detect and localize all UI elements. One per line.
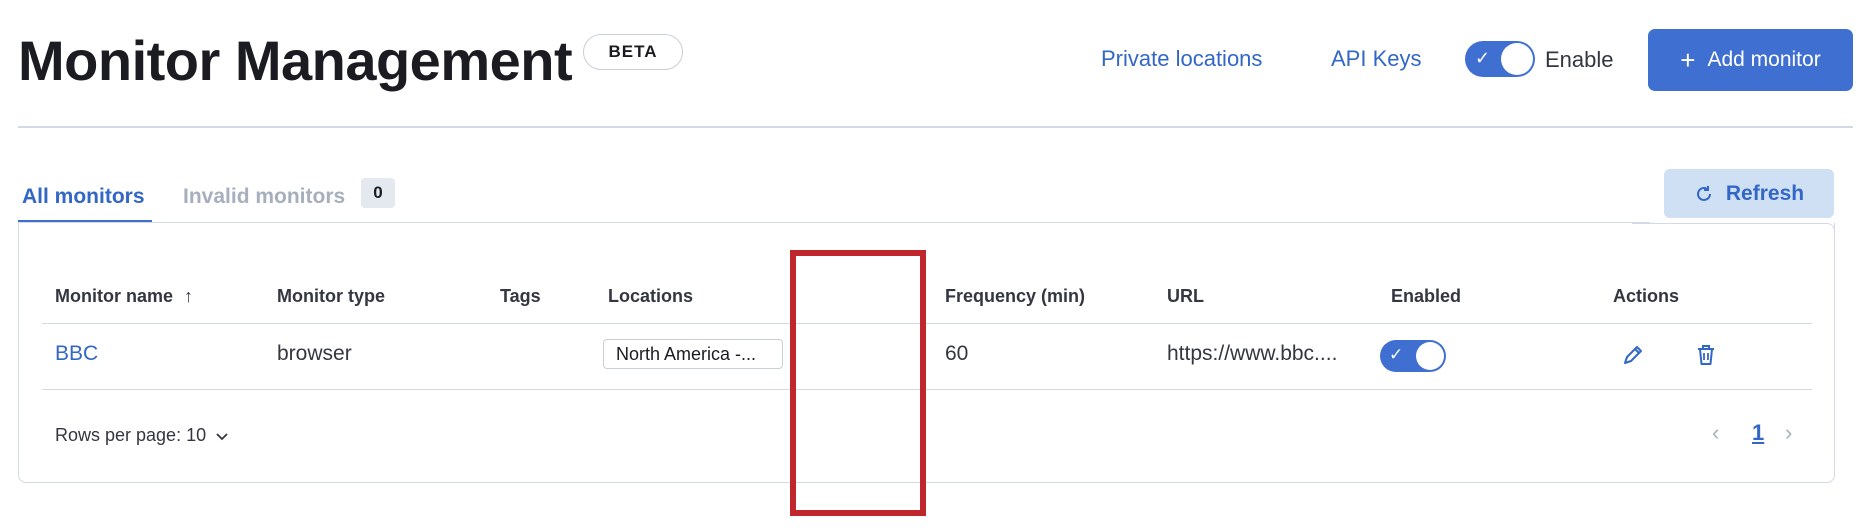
col-tags: Tags <box>500 286 541 306</box>
url-cell: https://www.bbc.... <box>1167 342 1338 365</box>
add-monitor-label: Add monitor <box>1707 48 1821 71</box>
refresh-icon <box>1696 185 1711 201</box>
tab-all-monitors[interactable]: All monitors <box>22 185 145 209</box>
monitor-type-cell: browser <box>277 342 352 365</box>
row-divider <box>42 389 1812 390</box>
panel-corner <box>1632 223 1835 235</box>
page-1-button[interactable]: 1 <box>1752 420 1764 446</box>
enable-label: Enable <box>1545 47 1614 72</box>
header-divider <box>18 126 1853 128</box>
invalid-count-badge: 0 <box>361 178 395 208</box>
tab-invalid-monitors[interactable]: Invalid monitors <box>183 185 345 209</box>
rows-per-page-selector[interactable]: Rows per page: 10 <box>55 425 230 446</box>
page-title: Monitor Management <box>18 29 573 92</box>
refresh-button[interactable]: Refresh <box>1664 169 1834 218</box>
col-enabled: Enabled <box>1391 286 1462 306</box>
chevron-down-icon <box>216 432 228 440</box>
col-monitor-type: Monitor type <box>277 286 385 306</box>
col-locations: Locations <box>608 286 694 306</box>
api-keys-link[interactable]: API Keys <box>1331 46 1421 72</box>
page-header: Monitor Management BETA Private location… <box>18 22 1853 122</box>
beta-badge: BETA <box>583 34 683 70</box>
private-locations-link[interactable]: Private locations <box>1101 46 1262 72</box>
col-actions: Actions <box>1613 286 1680 306</box>
monitor-management-page: Monitor Management BETA Private location… <box>0 0 1866 530</box>
monitor-name-link[interactable]: BBC <box>55 342 98 366</box>
col-frequency: Frequency (min) <box>945 286 1086 306</box>
next-page-icon[interactable]: › <box>1785 420 1792 446</box>
add-monitor-button[interactable]: + Add monitor <box>1648 29 1853 91</box>
monitor-enabled-toggle[interactable]: ✓ <box>1380 340 1446 372</box>
trash-icon[interactable] <box>1692 341 1720 369</box>
refresh-label: Refresh <box>1725 181 1805 205</box>
prev-page-icon[interactable]: ‹ <box>1712 420 1719 446</box>
col-monitor-name[interactable]: Monitor name ↑ <box>55 286 193 307</box>
header-row-divider <box>42 323 1812 324</box>
edit-pencil-icon[interactable] <box>1619 341 1647 369</box>
plus-icon: + <box>1680 45 1696 75</box>
check-icon: ✓ <box>1475 48 1491 68</box>
frequency-cell: 60 <box>945 342 969 365</box>
enable-toggle[interactable]: ✓ <box>1465 41 1535 77</box>
col-url: URL <box>1167 286 1204 306</box>
arrow-up-icon: ↑ <box>184 286 194 306</box>
location-badge[interactable]: North America -... <box>603 339 783 369</box>
check-icon: ✓ <box>1389 345 1404 364</box>
annotation-highlight-box <box>790 250 926 516</box>
toggle-knob <box>1501 43 1533 75</box>
toggle-knob <box>1416 342 1444 370</box>
